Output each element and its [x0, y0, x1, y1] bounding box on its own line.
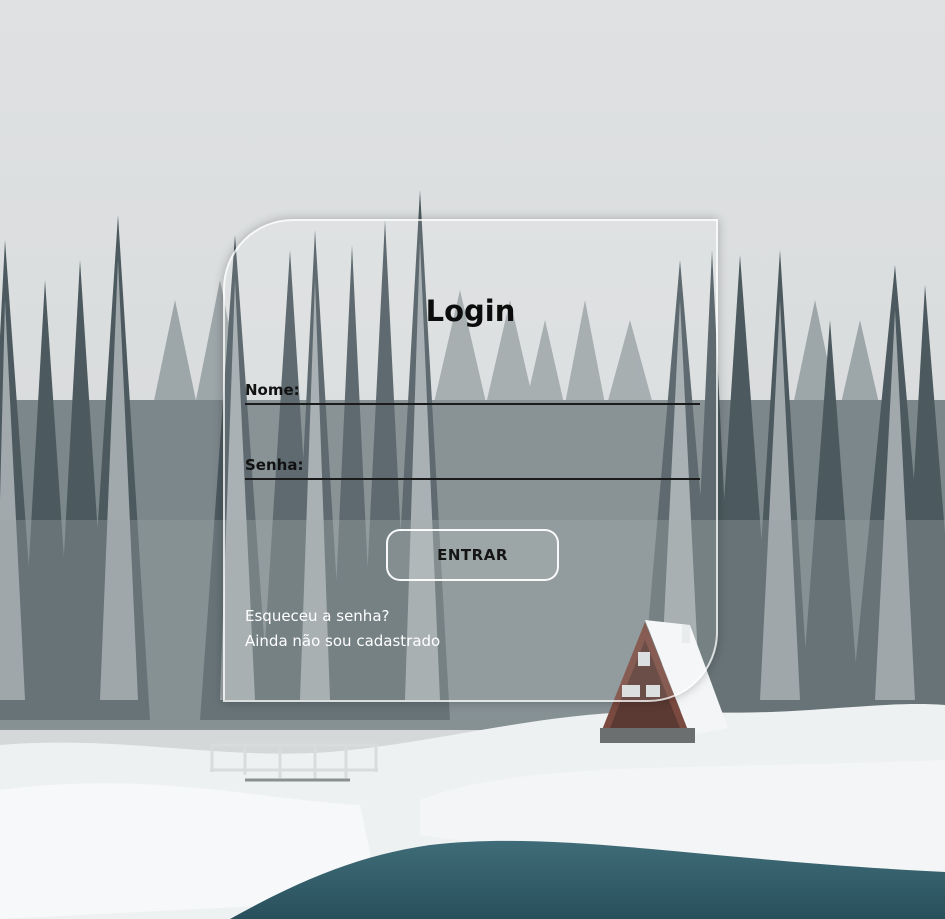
login-card: Login Nome: Senha: ENTRAR Esqueceu a sen…	[223, 219, 718, 702]
name-field[interactable]: Nome:	[245, 381, 704, 405]
links-group: Esqueceu a senha? Ainda não sou cadastra…	[245, 604, 440, 654]
password-field[interactable]: Senha:	[245, 456, 704, 480]
login-title: Login	[425, 294, 516, 328]
forgot-password-link[interactable]: Esqueceu a senha?	[245, 604, 440, 629]
password-input[interactable]	[245, 456, 704, 480]
submit-button[interactable]: ENTRAR	[386, 529, 559, 581]
name-input[interactable]	[245, 381, 704, 405]
register-link[interactable]: Ainda não sou cadastrado	[245, 629, 440, 654]
